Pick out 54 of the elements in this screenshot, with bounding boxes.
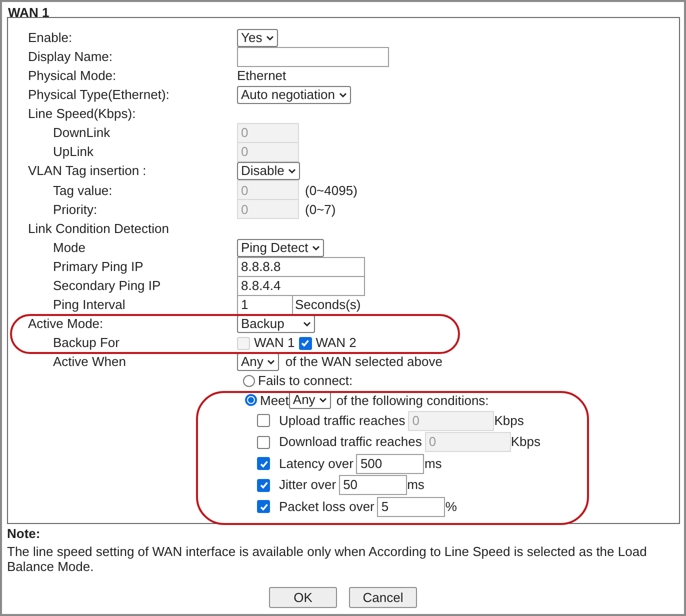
dialog-button[interactable]: Cancel xyxy=(349,587,417,608)
field-label: Display Name: xyxy=(28,48,114,66)
field-hint: of the following conditions: xyxy=(336,392,489,410)
radio-label: Fails to connect: xyxy=(258,372,353,390)
unit-label: ms xyxy=(407,476,424,494)
dropdown[interactable]: Yes xyxy=(237,28,278,47)
input-field[interactable]: 50 xyxy=(339,475,408,496)
field-label: Line Speed(Kbps): xyxy=(28,105,137,124)
input-field[interactable]: 8.8.4.4 xyxy=(237,276,365,296)
checkbox-label: WAN 1 xyxy=(254,334,295,352)
condition-label: Latency over xyxy=(279,454,354,473)
field-label: Tag value: xyxy=(53,182,114,200)
field-label: Mode xyxy=(53,238,87,257)
unit-label: Kbps xyxy=(510,433,540,452)
unit-label: Kbps xyxy=(494,412,524,430)
field-hint: Seconds(s) xyxy=(295,296,361,314)
unit-label: ms xyxy=(424,454,442,473)
input-field[interactable]: 8.8.8.8 xyxy=(237,256,365,277)
field-label: UpLink xyxy=(53,143,94,162)
field-hint: (0~4095) xyxy=(305,182,358,200)
field-label: Active Mode: xyxy=(28,315,104,334)
dropdown[interactable]: Ping Detect xyxy=(237,238,324,257)
dropdown[interactable]: Disable xyxy=(237,162,300,180)
field-label: DownLink xyxy=(53,124,112,142)
field-label: Backup For xyxy=(53,334,120,352)
field-label: Priority: xyxy=(53,200,98,219)
field-hint: (0~7) xyxy=(305,200,336,219)
input-field[interactable]: 1 xyxy=(237,294,293,315)
field-hint: of the WAN selected above xyxy=(285,353,442,372)
checkbox-label: WAN 2 xyxy=(316,334,356,352)
note-text: The line speed setting of WAN interface is available only when According to Line Speed is selected as the Load Balance Mode. xyxy=(7,544,648,574)
radio-label: Meet xyxy=(260,392,289,410)
condition-label: Upload traffic reaches xyxy=(279,412,406,430)
section-title: WAN 1 xyxy=(8,5,50,21)
input-field[interactable]: 5 xyxy=(377,496,446,517)
dialog-button[interactable]: OK xyxy=(269,587,337,608)
field-label: Enable: xyxy=(28,28,74,47)
note-title: Note: xyxy=(7,526,42,542)
input-field[interactable]: 500 xyxy=(356,454,424,474)
condition-label: Jitter over xyxy=(279,476,336,494)
field-label: Secondary Ping IP xyxy=(53,277,162,296)
dropdown[interactable]: Auto negotiation xyxy=(237,86,351,104)
field-label: Link Condition Detection xyxy=(28,220,170,238)
field-label: Physical Mode: xyxy=(28,66,118,85)
field-label: Primary Ping IP xyxy=(53,258,144,276)
field-label: VLAN Tag insertion : xyxy=(28,162,148,180)
field-label: Active When xyxy=(53,353,127,372)
condition-label: Download traffic reaches xyxy=(279,433,422,452)
field-label: Ping Interval xyxy=(53,296,126,314)
field-label: Physical Type(Ethernet): xyxy=(28,86,170,104)
dropdown[interactable]: Any xyxy=(237,353,280,372)
field-value: Ethernet xyxy=(237,66,286,85)
unit-label: % xyxy=(445,498,457,516)
condition-label: Packet loss over xyxy=(279,498,374,516)
